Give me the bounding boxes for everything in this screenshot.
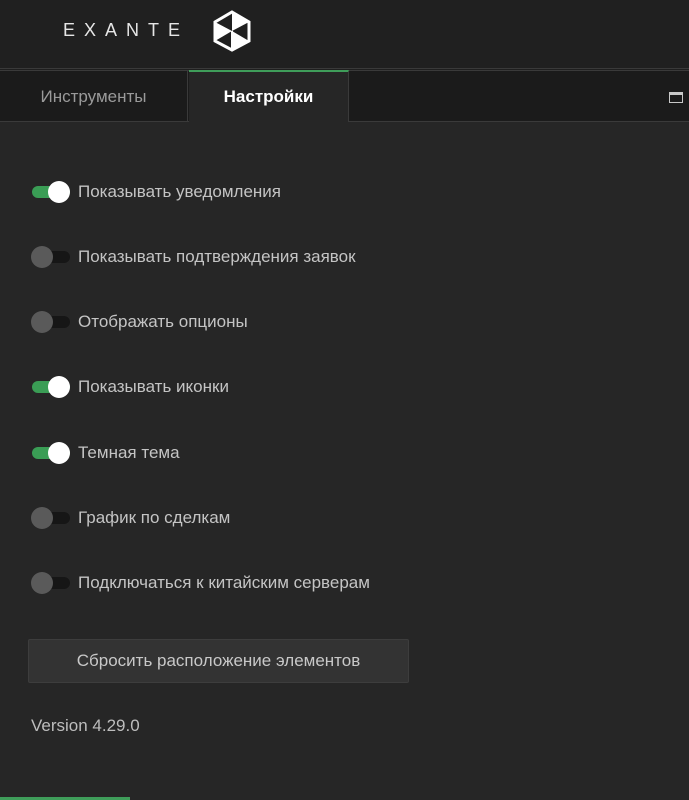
setting-trades-chart: График по сделкам bbox=[31, 503, 231, 533]
tab-instruments[interactable]: Инструменты bbox=[0, 71, 188, 122]
setting-label: Показывать подтверждения заявок bbox=[78, 247, 356, 266]
setting-label: Отображать опционы bbox=[78, 312, 248, 331]
toggle-knob bbox=[48, 376, 70, 398]
toggle-show-order-confirmations[interactable] bbox=[31, 246, 70, 268]
tab-bar: Инструменты Настройки bbox=[0, 70, 689, 122]
toggle-show-notifications[interactable] bbox=[32, 181, 70, 203]
toggle-knob bbox=[48, 442, 70, 464]
setting-label: Показывать иконки bbox=[78, 377, 229, 396]
setting-show-order-confirmations: Показывать подтверждения заявок bbox=[31, 242, 356, 272]
reset-layout-button[interactable]: Сбросить расположение элементов bbox=[28, 639, 409, 683]
setting-show-notifications: Показывать уведомления bbox=[32, 177, 281, 207]
toggle-knob bbox=[31, 572, 53, 594]
toggle-knob bbox=[31, 507, 53, 529]
brand-name: EXANTE bbox=[63, 20, 190, 40]
header: EXANTE bbox=[0, 0, 689, 69]
setting-label: Показывать уведомления bbox=[78, 182, 281, 201]
toggle-knob bbox=[48, 181, 70, 203]
setting-china-servers: Подключаться к китайским серверам bbox=[31, 568, 370, 598]
setting-show-icons: Показывать иконки bbox=[32, 372, 229, 402]
toggle-china-servers[interactable] bbox=[31, 572, 70, 594]
toggle-trades-chart[interactable] bbox=[31, 507, 70, 529]
toggle-dark-theme[interactable] bbox=[32, 442, 70, 464]
setting-dark-theme: Темная тема bbox=[32, 438, 180, 468]
toggle-knob bbox=[31, 311, 53, 333]
setting-label: Темная тема bbox=[78, 443, 180, 462]
settings-panel: Показывать уведомления Показывать подтве… bbox=[0, 122, 689, 800]
tab-settings[interactable]: Настройки bbox=[189, 70, 349, 122]
version-text: Version 4.29.0 bbox=[31, 716, 140, 735]
setting-label: График по сделкам bbox=[78, 508, 231, 527]
setting-label: Подключаться к китайским серверам bbox=[78, 573, 370, 592]
maximize-icon[interactable] bbox=[669, 92, 683, 103]
toggle-show-options[interactable] bbox=[31, 311, 70, 333]
toggle-show-icons[interactable] bbox=[32, 376, 70, 398]
exante-logo-icon bbox=[213, 10, 251, 52]
app-window: EXANTE Инструменты Настройки Показывать … bbox=[0, 0, 689, 800]
toggle-knob bbox=[31, 246, 53, 268]
setting-show-options: Отображать опционы bbox=[31, 307, 248, 337]
